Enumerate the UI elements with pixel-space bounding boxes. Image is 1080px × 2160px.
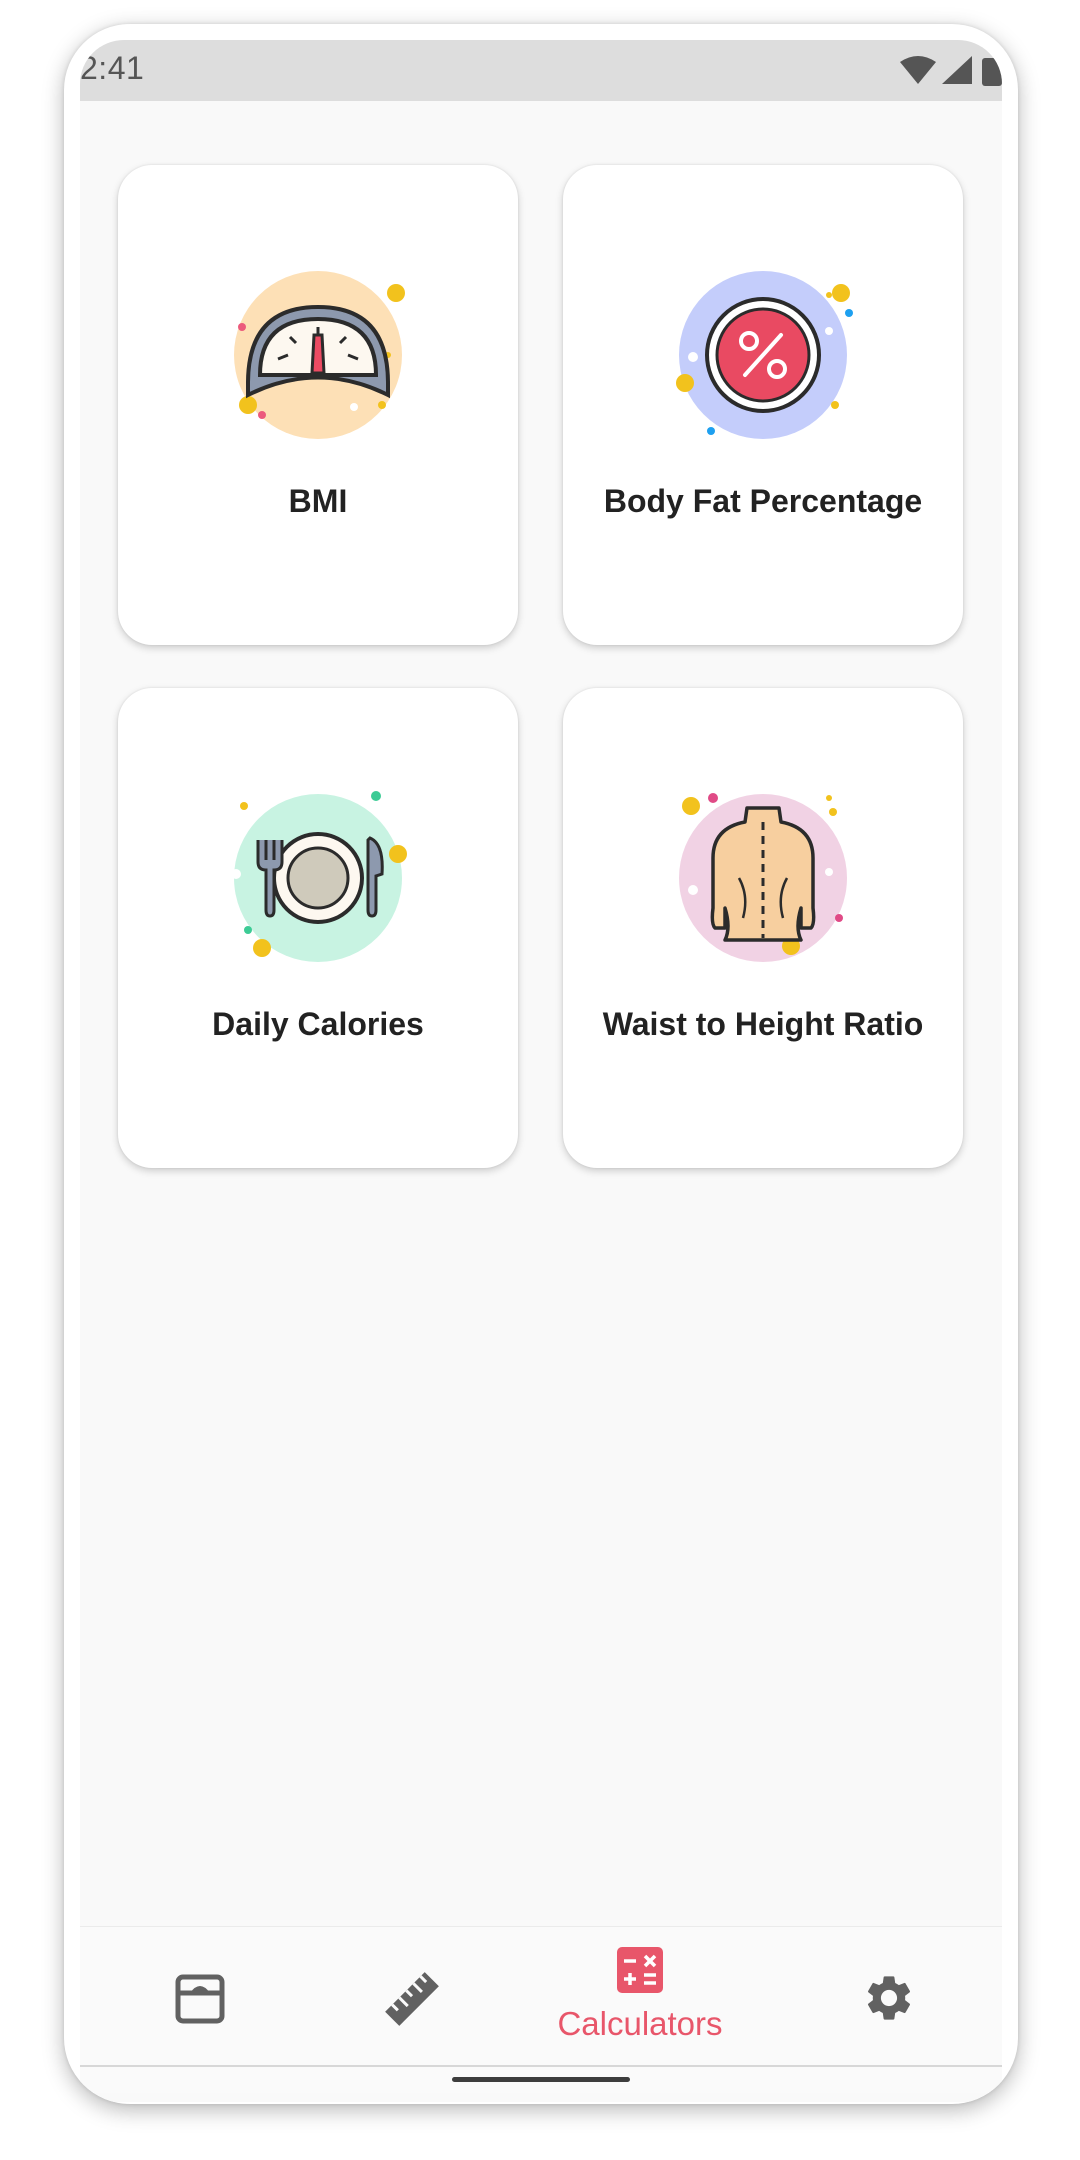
bottom-navigation: Calculators	[80, 1926, 1002, 2093]
card-label: Body Fat Percentage	[603, 483, 923, 519]
nav-divider	[80, 2065, 1002, 2067]
status-time: 2:41	[80, 50, 145, 86]
card-label: Daily Calories	[212, 1006, 424, 1042]
daily-calories-card[interactable]: Daily Calories	[118, 688, 518, 1168]
ruler-icon	[385, 1972, 439, 2026]
status-icons	[900, 56, 1002, 86]
nav-settings[interactable]	[810, 1927, 970, 2067]
nav-weight[interactable]	[120, 1927, 280, 2067]
gear-icon	[867, 1976, 911, 2020]
bmi-card[interactable]: BMI	[118, 165, 518, 645]
calculator-icon	[617, 1947, 663, 1993]
home-indicator[interactable]	[452, 2077, 630, 2082]
nav-measurements[interactable]	[330, 1927, 490, 2067]
status-bar: 2:41	[80, 40, 1002, 101]
wifi-icon	[900, 56, 936, 84]
signal-icon	[942, 56, 972, 84]
percent-icon	[676, 271, 853, 439]
nav-label: Calculators	[557, 2005, 723, 2042]
screen: 2:41 BMI Body Fat Percentage Daily Calor…	[80, 40, 1002, 2102]
waist-height-card[interactable]: Waist to Height Ratio	[563, 688, 963, 1168]
card-label: Waist to Height Ratio	[602, 1006, 924, 1042]
card-label: BMI	[288, 483, 348, 519]
nav-calculators[interactable]: Calculators	[530, 1927, 750, 2067]
scale-gauge-icon	[234, 271, 405, 439]
scale-icon	[175, 1974, 225, 2024]
plate-cutlery-icon	[231, 791, 407, 962]
body-fat-card[interactable]: Body Fat Percentage	[563, 165, 963, 645]
torso-icon	[679, 793, 847, 962]
phone-frame: 2:41 BMI Body Fat Percentage Daily Calor…	[64, 24, 1018, 2104]
battery-icon	[982, 58, 1002, 86]
